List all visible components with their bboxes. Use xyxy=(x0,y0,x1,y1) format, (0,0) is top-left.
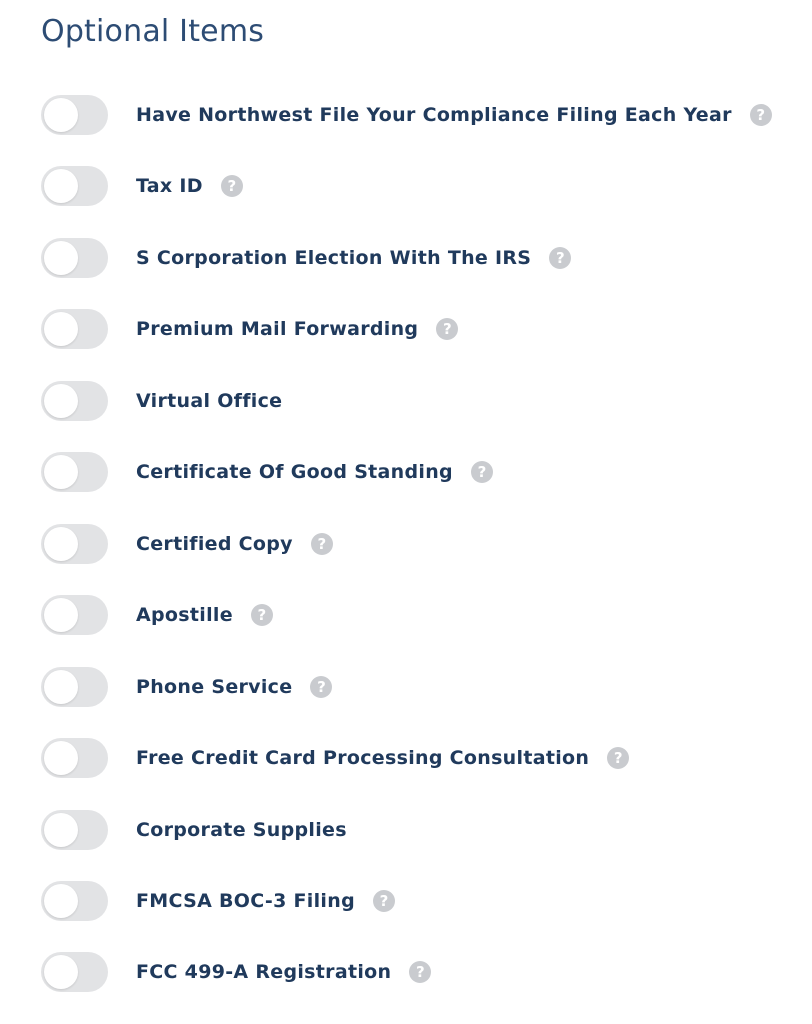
optional-item: FCC 499-A Registration? xyxy=(0,950,812,994)
toggle-switch[interactable] xyxy=(41,309,108,349)
toggle-switch[interactable] xyxy=(41,238,108,278)
optional-item: Free Credit Card Processing Consultation… xyxy=(0,736,812,780)
toggle-switch[interactable] xyxy=(41,452,108,492)
item-label: FMCSA BOC-3 Filing xyxy=(136,890,355,912)
item-label: FCC 499-A Registration xyxy=(136,961,392,983)
toggle-knob xyxy=(44,527,78,561)
item-label: S Corporation Election With The IRS xyxy=(136,247,532,269)
help-icon[interactable]: ? xyxy=(310,533,333,555)
help-icon[interactable]: ? xyxy=(470,461,493,483)
toggle-knob xyxy=(44,741,78,775)
help-icon[interactable]: ? xyxy=(372,890,395,912)
optional-item: S Corporation Election With The IRS? xyxy=(0,236,812,280)
optional-item: Phone Service? xyxy=(0,665,812,709)
help-icon[interactable]: ? xyxy=(549,247,572,269)
section-title: Optional Items xyxy=(41,14,265,49)
item-label: Phone Service xyxy=(136,676,293,698)
toggle-knob xyxy=(44,384,78,418)
toggle-switch[interactable] xyxy=(41,667,108,707)
help-icon[interactable]: ? xyxy=(220,175,243,197)
optional-item: Certificate Of Good Standing? xyxy=(0,450,812,494)
item-label: Free Credit Card Processing Consultation xyxy=(136,747,590,769)
toggle-knob xyxy=(44,98,78,132)
help-icon[interactable]: ? xyxy=(749,104,772,126)
toggle-knob xyxy=(44,670,78,704)
toggle-switch[interactable] xyxy=(41,952,108,992)
optional-item: FMCSA BOC-3 Filing? xyxy=(0,879,812,923)
help-icon[interactable]: ? xyxy=(607,747,630,769)
toggle-switch[interactable] xyxy=(41,524,108,564)
item-label: Apostille xyxy=(136,604,233,626)
optional-item: Premium Mail Forwarding? xyxy=(0,307,812,351)
toggle-switch[interactable] xyxy=(41,738,108,778)
toggle-knob xyxy=(44,813,78,847)
toggle-switch[interactable] xyxy=(41,810,108,850)
toggle-switch[interactable] xyxy=(41,166,108,206)
toggle-knob xyxy=(44,884,78,918)
item-label: Corporate Supplies xyxy=(136,819,347,841)
item-label: Tax ID xyxy=(136,175,203,197)
optional-item: Tax ID? xyxy=(0,164,812,208)
optional-item: Virtual Office? xyxy=(0,379,812,423)
toggle-switch[interactable] xyxy=(41,595,108,635)
toggle-switch[interactable] xyxy=(41,381,108,421)
item-label: Premium Mail Forwarding xyxy=(136,318,419,340)
optional-item: Certified Copy? xyxy=(0,522,812,566)
item-label: Virtual Office xyxy=(136,390,283,412)
toggle-knob xyxy=(44,455,78,489)
item-label: Have Northwest File Your Compliance Fili… xyxy=(136,104,732,126)
item-label: Certified Copy xyxy=(136,533,293,555)
toggle-knob xyxy=(44,169,78,203)
help-icon[interactable]: ? xyxy=(409,961,432,983)
toggle-knob xyxy=(44,241,78,275)
help-icon[interactable]: ? xyxy=(310,676,333,698)
optional-item: Apostille? xyxy=(0,593,812,637)
optional-item: Corporate Supplies? xyxy=(0,808,812,852)
help-icon[interactable]: ? xyxy=(436,318,459,340)
toggle-switch[interactable] xyxy=(41,881,108,921)
toggle-knob xyxy=(44,598,78,632)
toggle-knob xyxy=(44,312,78,346)
toggle-switch[interactable] xyxy=(41,95,108,135)
toggle-knob xyxy=(44,955,78,989)
optional-item: Have Northwest File Your Compliance Fili… xyxy=(0,93,812,137)
item-label: Certificate Of Good Standing xyxy=(136,461,453,483)
help-icon[interactable]: ? xyxy=(250,604,273,626)
